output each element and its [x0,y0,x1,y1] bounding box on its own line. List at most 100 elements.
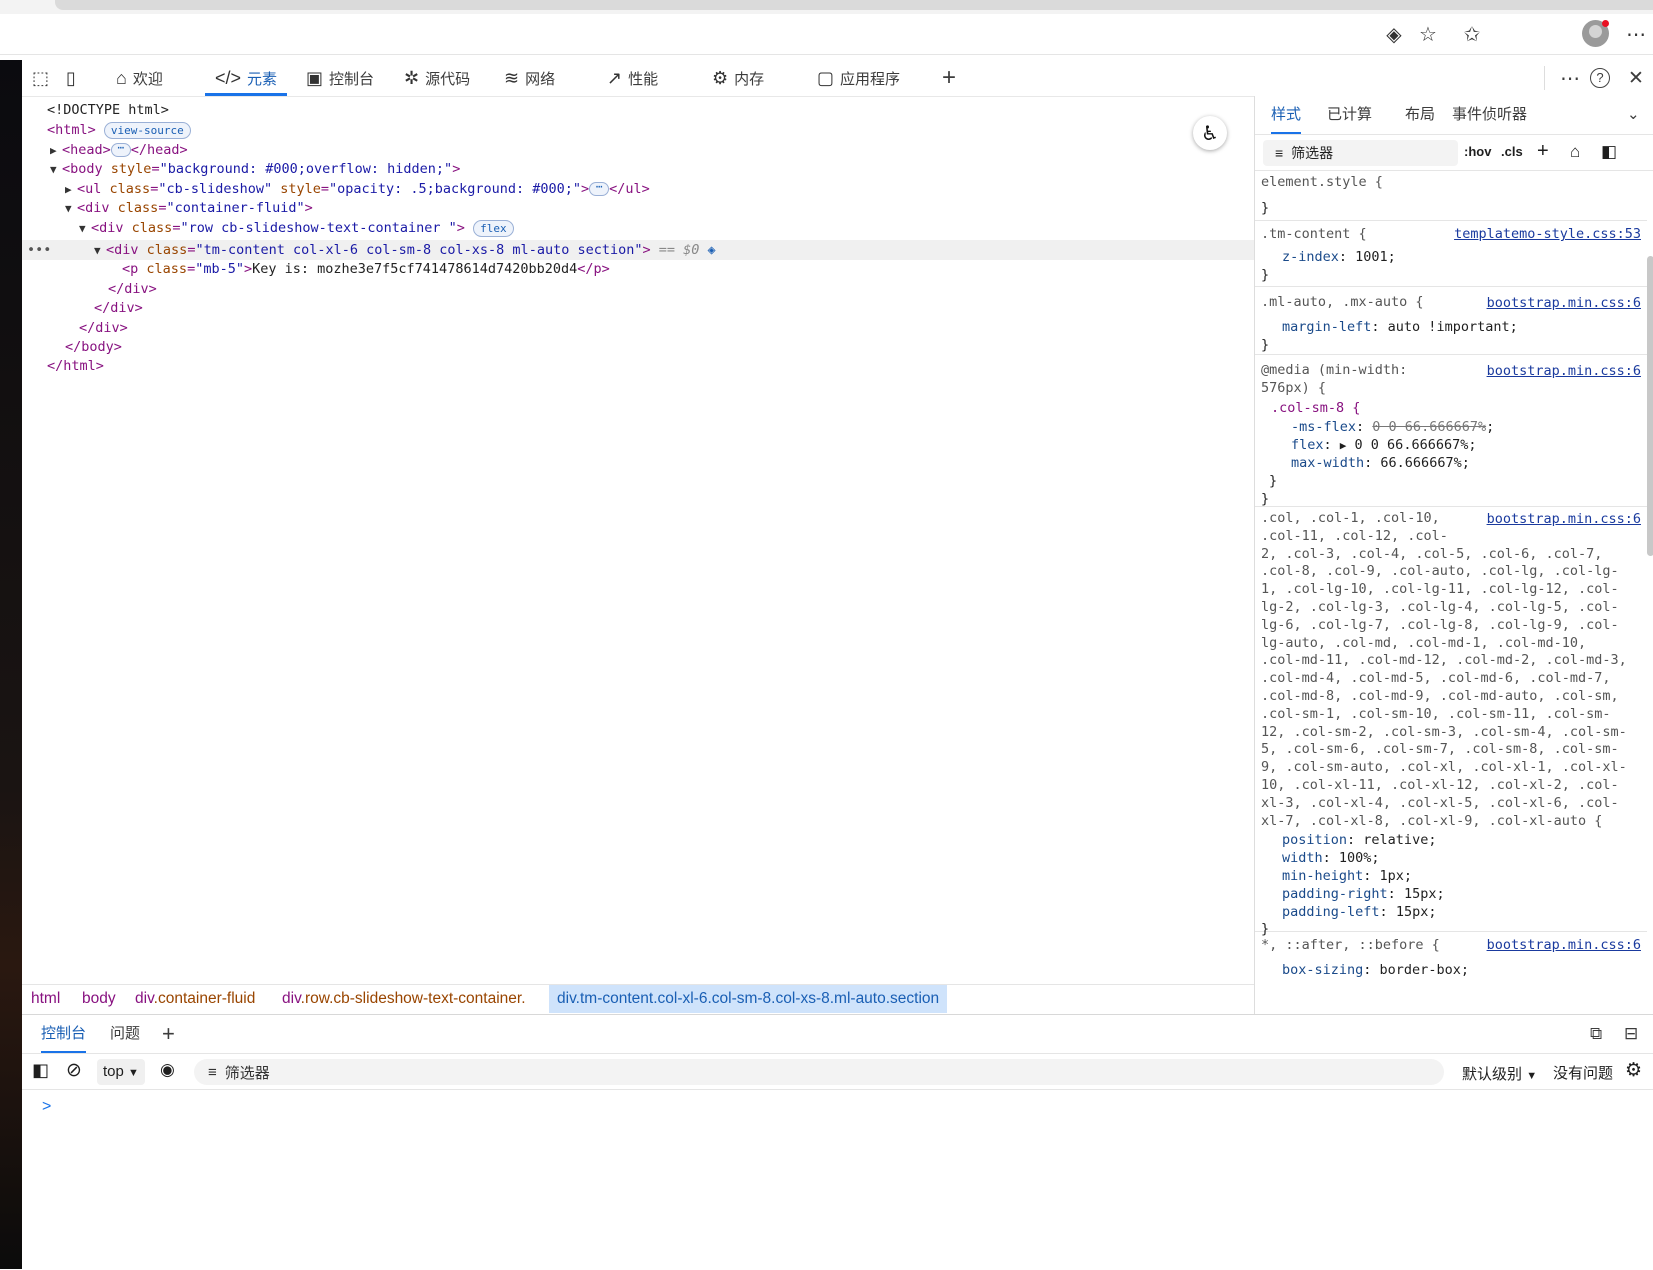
hov-toggle[interactable]: :hov [1464,144,1491,159]
dock-icon[interactable]: ⧉ [1590,1015,1602,1053]
styles-tab-bar: 样式 已计算 布局 事件侦听器 ⌄ [1255,96,1653,135]
source-link[interactable]: bootstrap.min.css:6 [1487,295,1641,313]
log-level-dropdown[interactable]: 默认级别 ▼ [1462,1063,1537,1084]
gear-icon[interactable]: ⚙ [1625,1059,1642,1082]
context-selector[interactable]: top ▼ [97,1059,145,1085]
styles-scrollbar[interactable] [1647,256,1653,556]
tab-styles[interactable]: 样式 [1271,96,1302,134]
body-close-tag[interactable]: </body> [65,337,122,357]
issues-counter[interactable]: 没有问题 [1553,1062,1613,1083]
help-button[interactable]: ? [1590,60,1610,96]
tab-console[interactable]: ▣ 控制台 [306,60,374,96]
body-node[interactable]: ▼ <body style="background: #000;overflow:… [50,159,460,179]
flex-badge[interactable]: flex [473,219,514,237]
collapse-triangle-icon[interactable]: ▼ [65,199,77,219]
row-more-dots[interactable]: ••• [27,240,51,260]
live-expression-eye-icon[interactable]: ◉ [160,1060,175,1080]
p-node[interactable]: <p class="mb-5">Key is: mozhe3e7f5cf7414… [122,259,610,279]
console-prompt[interactable]: > [42,1098,51,1116]
tab-layout[interactable]: 布局 [1405,96,1435,134]
tm-content-node-selected[interactable]: ▼ <div class="tm-content col-xl-6 col-sm-… [94,240,716,260]
devtools-toolbar: ⬚ ▯ ⌂ 欢迎 </> 元素 ▣ 控制台 ✲ 源代码 ≋ 网络 ↗ 性能 ⚙ 内存 ▢ 应用程… [22,60,1653,97]
source-link[interactable]: bootstrap.min.css:6 [1487,937,1641,955]
console-drawer: 控制台 问题 + ⧉ ⊟ ◧ ⊘ top ▼ ◉ ≡ 筛选器 默认级别 ▼ 没有问… [22,1014,1653,1270]
collapsed-ellipsis[interactable]: ⋯ [589,181,610,196]
browser-menu-icon[interactable]: ⋯ [1622,20,1650,48]
style-rule-col-sm-8[interactable]: @media (min-width: 576px) { bootstrap.mi… [1255,356,1647,507]
source-link[interactable]: bootstrap.min.css:6 [1487,363,1641,381]
clear-console-icon[interactable]: ⊘ [66,1059,82,1082]
add-tool-button[interactable]: + [942,60,956,96]
breadcrumb-tm-content[interactable]: div.tm-content.col-xl-6.col-sm-8.col-xs-… [549,985,948,1013]
dom-tree: <!DOCTYPE html> <html> view-source ▶ <hea… [22,98,1254,983]
style-rule-ml-auto[interactable]: .ml-auto, .mx-auto { bootstrap.min.css:6… [1255,288,1647,355]
toolbar-divider [1544,66,1545,90]
view-source-badge[interactable]: view-source [103,121,191,139]
favorites-icon[interactable]: ✩ [1458,20,1486,48]
tab-elements[interactable]: </> 元素 [205,60,288,96]
collapse-triangle-icon[interactable]: ▼ [79,219,91,239]
collapse-triangle-icon[interactable]: ▼ [94,241,106,261]
div-close-tag[interactable]: </div> [94,298,143,318]
more-tools-button[interactable]: ⋯ [1560,60,1580,96]
tab-performance[interactable]: ↗ 性能 [607,60,658,96]
html-close-tag[interactable]: </html> [47,356,104,376]
div-close-tag[interactable]: </div> [79,318,128,338]
sidebar-toggle-icon[interactable]: ◧ [32,1060,49,1081]
collapse-drawer-icon[interactable]: ⊟ [1624,1015,1638,1053]
chevron-down-icon: ▼ [1526,1070,1538,1082]
tab-computed[interactable]: 已计算 [1327,96,1372,134]
html-node[interactable]: <html> view-source [47,120,191,140]
new-rule-icon[interactable]: + [1537,140,1549,163]
source-link[interactable]: templatemo-style.css:53 [1454,226,1641,244]
collapsed-ellipsis[interactable]: ⋯ [110,142,131,157]
copilot-explain-icon[interactable]: ◈ [708,242,716,258]
chevron-down-icon[interactable]: ⌄ [1627,96,1640,134]
breadcrumb-row[interactable]: div.row.cb-slideshow-text-container. [282,985,526,1013]
copilot-icon[interactable]: ◈ [1380,20,1408,48]
expand-triangle-icon[interactable]: ▶ [50,141,62,161]
drawer-tab-issues[interactable]: 问题 [110,1015,140,1053]
close-devtools-button[interactable]: ✕ [1628,60,1644,96]
breadcrumb-html[interactable]: html [31,985,60,1013]
tab-welcome[interactable]: ⌂ 欢迎 [116,60,163,96]
paint-brush-icon[interactable]: ⌂ [1570,142,1580,162]
style-rule-universal[interactable]: *, ::after, ::before { bootstrap.min.css… [1255,933,1647,1014]
collapse-triangle-icon[interactable]: ▼ [50,160,62,180]
drawer-tab-console[interactable]: 控制台 [41,1015,87,1053]
div-close-tag[interactable]: </div> [108,279,157,299]
tab-sources[interactable]: ✲ 源代码 [404,60,470,96]
tab-memory[interactable]: ⚙ 内存 [712,60,764,96]
expand-triangle-icon[interactable]: ▶ [65,180,77,200]
cls-toggle[interactable]: .cls [1501,144,1523,159]
plus-icon: + [942,64,957,91]
wifi-icon: ≋ [504,67,520,88]
tab-application[interactable]: ▢ 应用程序 [817,60,900,96]
styles-filter-input[interactable]: ≡ 筛选器 [1263,140,1458,166]
toggle-sidebar-icon[interactable]: ◧ [1601,142,1617,162]
ul-node[interactable]: ▶ <ul class="cb-slideshow" style="opacity… [65,179,650,199]
expand-triangle-icon[interactable]: ▶ [1340,439,1347,452]
container-fluid-node[interactable]: ▼ <div class="container-fluid"> [65,198,313,218]
tab-event-listeners[interactable]: 事件侦听器 [1452,96,1527,134]
breadcrumb-container-fluid[interactable]: div.container-fluid [135,985,255,1013]
accessibility-icon[interactable]: ♿ [1193,116,1227,150]
inspect-element-icon[interactable]: ⬚ [32,60,49,96]
breadcrumb: html body div.container-fluid div.row.cb… [22,984,1254,1013]
style-rule-col-list[interactable]: bootstrap.min.css:6 .col, .col-1, .col-1… [1255,508,1647,937]
add-drawer-tab-button[interactable]: + [162,1015,175,1053]
device-emulation-icon[interactable]: ▯ [66,60,76,96]
browser-tab[interactable] [55,0,1653,10]
style-rule-tm-content[interactable]: .tm-content { templatemo-style.css:53 z-… [1255,222,1647,287]
element-style-rule[interactable]: element.style { } [1255,172,1647,221]
console-icon: ▣ [306,67,324,88]
breadcrumb-body[interactable]: body [82,985,116,1013]
chip-icon: ⚙ [712,67,729,88]
source-link[interactable]: bootstrap.min.css:6 [1487,511,1641,529]
favorite-star-icon[interactable]: ☆ [1414,20,1442,48]
row-node[interactable]: ▼ <div class="row cb-slideshow-text-conta… [79,218,514,238]
doctype-node[interactable]: <!DOCTYPE html> [47,100,169,120]
console-filter-input[interactable]: ≡ 筛选器 [194,1059,1444,1085]
head-node[interactable]: ▶ <head> ⋯ </head> [50,140,188,160]
tab-network[interactable]: ≋ 网络 [504,60,555,96]
